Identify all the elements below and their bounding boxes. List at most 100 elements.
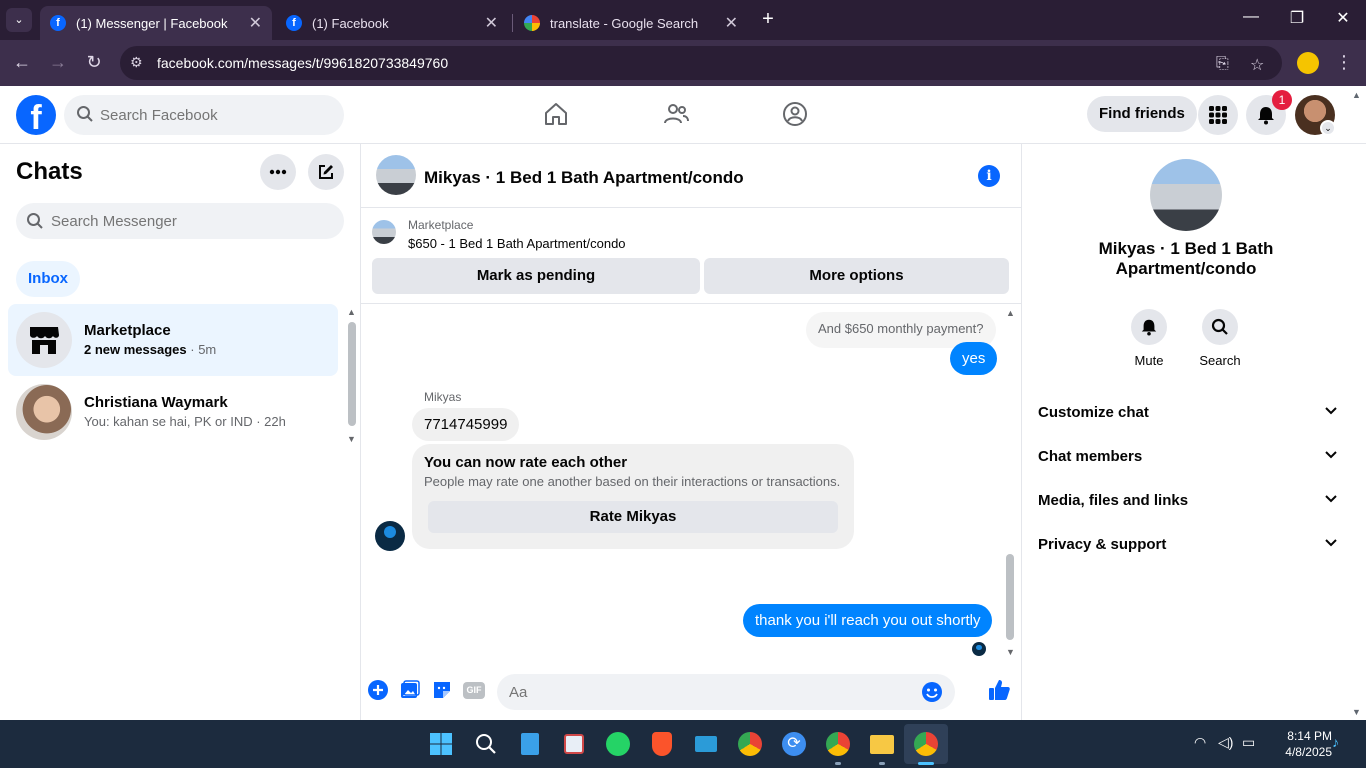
chat-options-button[interactable] bbox=[260, 154, 296, 190]
wifi-icon[interactable]: ◠ bbox=[1194, 734, 1206, 751]
snipping-tool-icon[interactable] bbox=[560, 730, 588, 758]
page-scroll-down-arrow[interactable]: ▼ bbox=[1352, 707, 1361, 717]
search-label: Search bbox=[1199, 353, 1241, 368]
new-tab-button[interactable]: + bbox=[758, 8, 778, 31]
customize-chat-section[interactable]: Customize chat bbox=[1038, 390, 1338, 434]
facebook-search-input[interactable] bbox=[100, 95, 330, 135]
chat-item-christiana[interactable]: Christiana Waymark You: kahan se hai, PK… bbox=[8, 376, 338, 448]
chrome-menu-icon[interactable]: ⋮ bbox=[1332, 52, 1356, 73]
privacy-support-section[interactable]: Privacy & support bbox=[1038, 522, 1338, 566]
search-icon bbox=[27, 213, 43, 229]
install-app-icon[interactable]: ⎘ bbox=[1216, 55, 1229, 73]
whatsapp-icon[interactable] bbox=[604, 730, 632, 758]
contact-avatar bbox=[16, 384, 72, 440]
chat-members-section[interactable]: Chat members bbox=[1038, 434, 1338, 478]
inbox-filter-tab[interactable]: Inbox bbox=[16, 261, 80, 297]
listing-title[interactable]: $650 - 1 Bed 1 Bath Apartment/condo bbox=[408, 236, 626, 251]
conversation-avatar[interactable] bbox=[376, 155, 416, 195]
find-friends-button[interactable]: Find friends bbox=[1087, 96, 1197, 132]
chrome-icon[interactable] bbox=[736, 730, 764, 758]
emoji-icon[interactable] bbox=[921, 681, 943, 703]
brave-icon[interactable] bbox=[648, 730, 676, 758]
system-clock[interactable]: 8:14 PM 4/8/2025 bbox=[1262, 728, 1332, 760]
message-input[interactable] bbox=[509, 674, 929, 710]
photo-icon[interactable] bbox=[400, 680, 420, 700]
chat-name: Marketplace bbox=[84, 322, 171, 339]
mark-as-pending-button[interactable]: Mark as pending bbox=[372, 258, 700, 294]
search-in-chat-button[interactable]: Search bbox=[1190, 309, 1250, 368]
chat-preview: 2 new messages · 5m bbox=[84, 342, 216, 357]
sender-avatar[interactable] bbox=[375, 521, 405, 551]
messenger-search-input[interactable] bbox=[51, 203, 331, 239]
bookmark-star-icon[interactable]: ☆ bbox=[1250, 55, 1264, 75]
mute-button[interactable]: Mute bbox=[1119, 309, 1179, 368]
chat-preview: You: kahan se hai, PK or IND · 22h bbox=[84, 414, 286, 429]
minimize-icon[interactable]: — bbox=[1236, 8, 1266, 26]
chat-info-avatar[interactable] bbox=[1150, 159, 1222, 231]
more-options-button[interactable]: More options bbox=[704, 258, 1009, 294]
sticker-icon[interactable] bbox=[432, 680, 452, 700]
tab-search-button[interactable]: ⌄ bbox=[6, 8, 32, 32]
file-explorer-icon[interactable] bbox=[868, 730, 896, 758]
chevron-down-icon: ⌄ bbox=[14, 14, 24, 26]
notepad-icon[interactable] bbox=[516, 730, 544, 758]
windows-start-icon[interactable] bbox=[427, 730, 455, 758]
chrome-active-icon[interactable] bbox=[912, 730, 940, 758]
volume-icon[interactable]: ◁) bbox=[1218, 734, 1233, 751]
scroll-down-arrow[interactable]: ▼ bbox=[347, 434, 356, 444]
facebook-header: f Find friends 1 ⌄ bbox=[0, 86, 1366, 144]
chevron-down-icon bbox=[1325, 407, 1337, 415]
close-tab-icon[interactable]: ✕ bbox=[485, 13, 498, 33]
thumbs-up-icon[interactable] bbox=[987, 678, 1011, 702]
listing-thumbnail[interactable] bbox=[372, 220, 396, 244]
media-files-links-section[interactable]: Media, files and links bbox=[1038, 478, 1338, 522]
conversation-title[interactable]: Mikyas · 1 Bed 1 Bath Apartment/condo bbox=[424, 168, 744, 188]
new-message-button[interactable] bbox=[308, 154, 344, 190]
bell-icon bbox=[1258, 107, 1274, 125]
tab-google-search[interactable]: translate - Google Search ✕ bbox=[514, 6, 748, 40]
close-tab-icon[interactable]: ✕ bbox=[249, 13, 262, 33]
reload-icon[interactable]: ↻ bbox=[82, 52, 106, 73]
restore-icon[interactable]: ❐ bbox=[1282, 8, 1312, 28]
battery-icon[interactable]: ▭ bbox=[1242, 734, 1255, 751]
gif-icon[interactable]: GIF bbox=[463, 682, 485, 699]
chevron-down-icon[interactable]: ⌄ bbox=[1320, 120, 1336, 136]
page-scroll-up-arrow[interactable]: ▲ bbox=[1352, 90, 1361, 100]
back-icon[interactable]: ← bbox=[10, 52, 34, 73]
tab-facebook[interactable]: f (1) Facebook ✕ bbox=[276, 6, 508, 40]
sidebar-scrollbar[interactable] bbox=[348, 322, 356, 426]
scroll-up-arrow[interactable]: ▲ bbox=[1006, 308, 1015, 318]
home-icon[interactable] bbox=[543, 101, 569, 127]
close-tab-icon[interactable]: ✕ bbox=[725, 13, 738, 33]
extension-icon[interactable] bbox=[1297, 52, 1319, 74]
chat-item-marketplace[interactable]: Marketplace 2 new messages · 5m bbox=[8, 304, 338, 376]
info-icon[interactable]: i bbox=[978, 165, 1000, 187]
forward-icon[interactable]: → bbox=[46, 52, 70, 73]
facebook-search[interactable] bbox=[64, 95, 344, 135]
address-bar[interactable]: ⚙ facebook.com/messages/t/99618207338497… bbox=[120, 46, 1282, 80]
scroll-down-arrow[interactable]: ▼ bbox=[1006, 647, 1015, 657]
running-indicator bbox=[879, 762, 885, 765]
tab-messenger[interactable]: f (1) Messenger | Facebook ✕ bbox=[40, 6, 272, 40]
message-input-field[interactable] bbox=[497, 674, 955, 710]
close-window-icon[interactable]: ✕ bbox=[1328, 8, 1358, 28]
plus-circle-icon[interactable] bbox=[368, 680, 388, 700]
sync-app-icon[interactable]: ⟳ bbox=[780, 730, 808, 758]
facebook-favicon-icon: f bbox=[286, 15, 302, 31]
friends-icon[interactable] bbox=[663, 101, 689, 127]
groups-icon[interactable] bbox=[782, 101, 808, 127]
rate-user-button[interactable]: Rate Mikyas bbox=[428, 501, 838, 533]
taskbar-search-icon[interactable] bbox=[472, 730, 500, 758]
messenger-search[interactable] bbox=[16, 203, 344, 239]
running-indicator bbox=[918, 762, 934, 765]
facebook-logo-icon[interactable]: f bbox=[16, 95, 56, 135]
remote-desktop-icon[interactable] bbox=[692, 730, 720, 758]
site-settings-icon[interactable]: ⚙ bbox=[130, 54, 143, 71]
chrome-profile-icon[interactable] bbox=[824, 730, 852, 758]
scroll-up-arrow[interactable]: ▲ bbox=[347, 307, 356, 317]
tab-divider bbox=[512, 14, 513, 32]
browser-tab-bar: ⌄ f (1) Messenger | Facebook ✕ f (1) Fac… bbox=[0, 0, 1366, 40]
conversation-scrollbar[interactable] bbox=[1006, 554, 1014, 640]
notification-bell-icon[interactable]: ♪ bbox=[1332, 734, 1339, 750]
menu-grid-button[interactable] bbox=[1198, 95, 1238, 135]
